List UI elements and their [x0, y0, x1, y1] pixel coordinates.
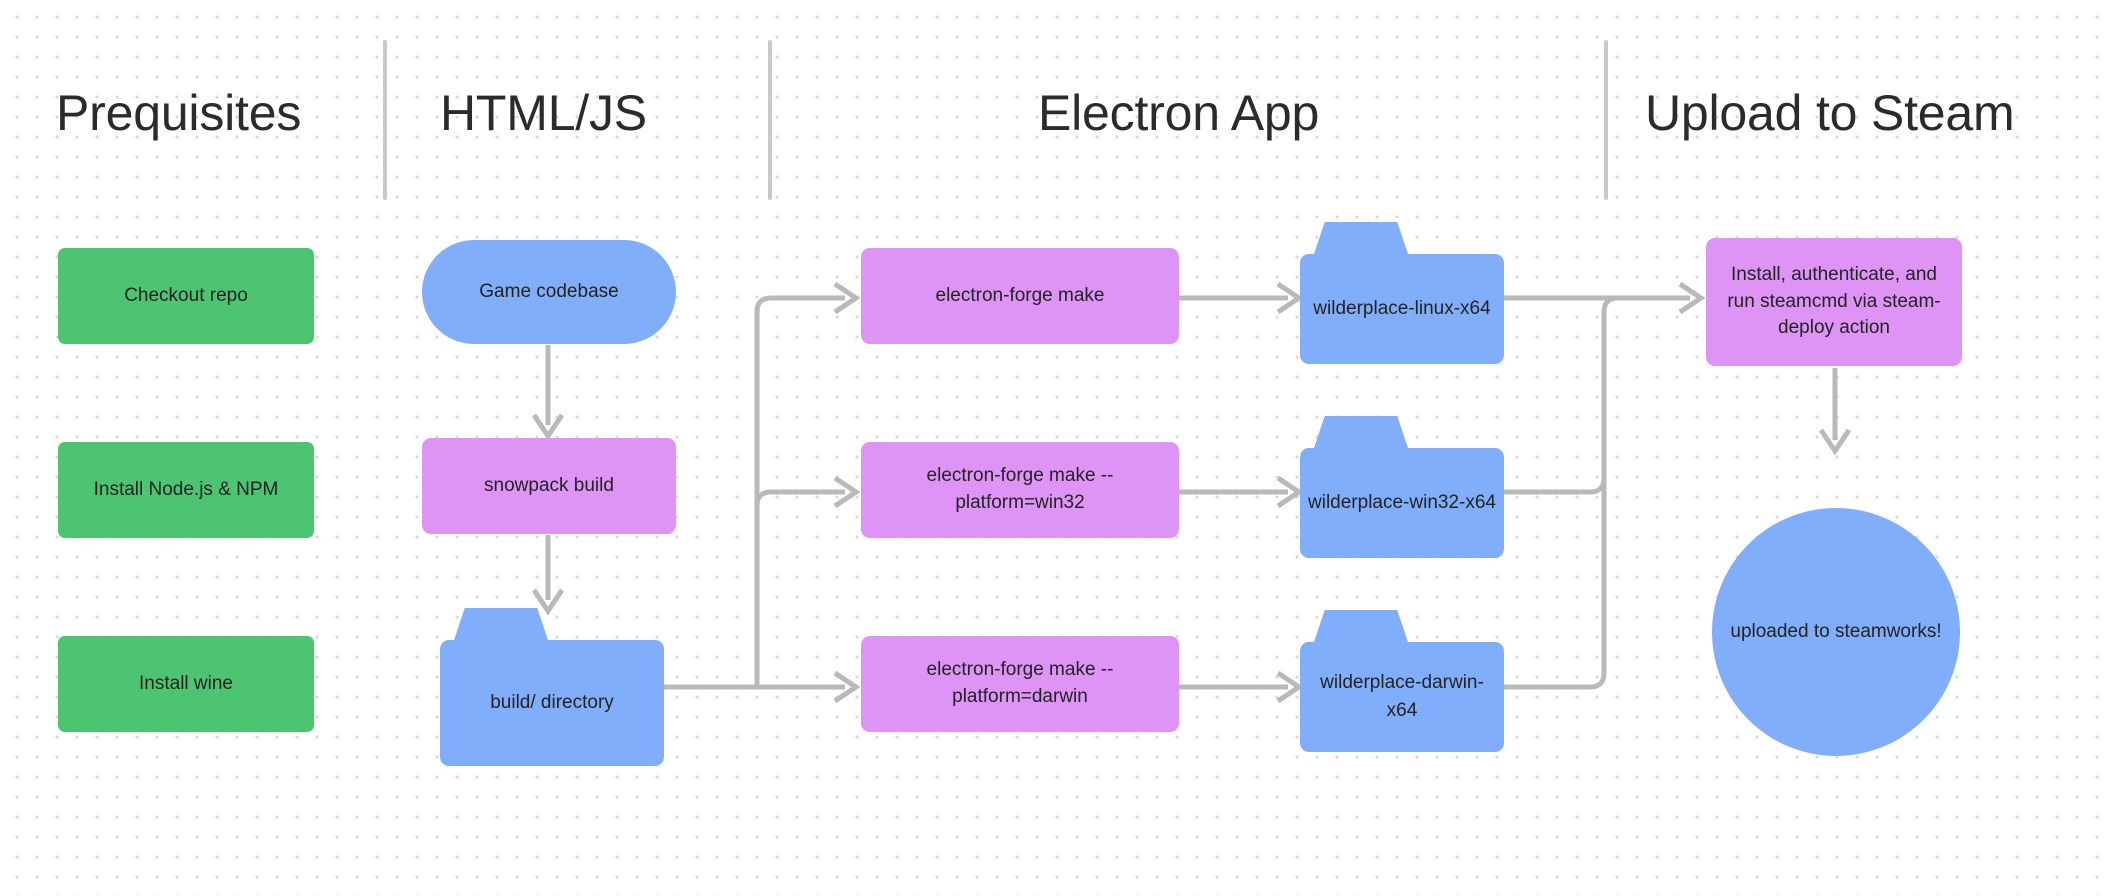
- node-install-node-npm[interactable]: Install Node.js & NPM: [58, 442, 314, 538]
- node-build-directory-label: build/ directory: [440, 640, 664, 766]
- node-artifact-darwin-label: wilderplace-darwin-x64: [1300, 642, 1504, 752]
- node-steam-deploy-action[interactable]: Install, authenticate, and run steamcmd …: [1706, 238, 1962, 366]
- node-electron-forge-make[interactable]: electron-forge make: [861, 248, 1179, 344]
- node-game-codebase-label: Game codebase: [479, 280, 619, 302]
- column-divider-2: [768, 40, 772, 200]
- node-artifact-win32-label: wilderplace-win32-x64: [1300, 448, 1504, 558]
- column-title-upload-to-steam: Upload to Steam: [1645, 85, 2015, 141]
- arrowhead-builddir-to-win32-cmd: [833, 475, 861, 509]
- arrowhead-linux-cmd-to-linux-folder: [1276, 281, 1304, 315]
- node-checkout-repo[interactable]: Checkout repo: [58, 248, 314, 344]
- node-electron-forge-make-label: electron-forge make: [935, 284, 1105, 306]
- node-steam-deploy-action-label: Install, authenticate, and run steamcmd …: [1727, 263, 1941, 339]
- node-install-node-npm-label: Install Node.js & NPM: [93, 478, 279, 500]
- node-electron-forge-make-darwin-label: electron-forge make --platform=darwin: [926, 659, 1114, 707]
- node-uploaded-to-steamworks-label: uploaded to steamworks!: [1730, 620, 1942, 642]
- node-electron-forge-make-win32-label: electron-forge make --platform=win32: [926, 465, 1114, 513]
- node-build-directory[interactable]: build/ directory: [440, 608, 664, 766]
- node-electron-forge-make-darwin[interactable]: electron-forge make --platform=darwin: [861, 636, 1179, 732]
- arrowhead-artifacts-to-steam-action: [1678, 281, 1706, 315]
- edge-win32-folder-to-steam-action: [1504, 295, 1619, 495]
- arrowhead-builddir-to-linux-cmd: [833, 281, 861, 315]
- arrowhead-steam-action-to-result: [1818, 428, 1852, 456]
- node-electron-forge-make-win32[interactable]: electron-forge make --platform=win32: [861, 442, 1179, 538]
- arrowhead-win32-cmd-to-win32-folder: [1276, 475, 1304, 509]
- node-artifact-darwin[interactable]: wilderplace-darwin-x64: [1300, 610, 1504, 752]
- node-artifact-win32[interactable]: wilderplace-win32-x64: [1300, 416, 1504, 558]
- node-game-codebase[interactable]: Game codebase: [422, 240, 676, 344]
- node-checkout-repo-label: Checkout repo: [124, 284, 248, 306]
- arrowhead-game-to-snowpack: [531, 413, 565, 441]
- node-uploaded-to-steamworks[interactable]: uploaded to steamworks!: [1712, 508, 1960, 756]
- arrowhead-builddir-to-darwin-cmd: [833, 670, 861, 704]
- node-install-wine[interactable]: Install wine: [58, 636, 314, 732]
- node-snowpack-build-label: snowpack build: [484, 474, 614, 496]
- node-install-wine-label: Install wine: [139, 672, 233, 694]
- node-artifact-linux[interactable]: wilderplace-linux-x64: [1300, 222, 1504, 364]
- column-divider-1: [383, 40, 387, 200]
- column-title-htmljs: HTML/JS: [440, 85, 647, 141]
- node-artifact-linux-label: wilderplace-linux-x64: [1300, 254, 1504, 364]
- arrowhead-darwin-cmd-to-darwin-folder: [1276, 670, 1304, 704]
- node-snowpack-build[interactable]: snowpack build: [422, 438, 676, 534]
- column-divider-3: [1604, 40, 1608, 200]
- flowchart-canvas: Prequisites HTML/JS Electron App Upload …: [0, 0, 2114, 896]
- edge-builddir-to-win32-cmd: [754, 489, 845, 507]
- column-title-prerequisites: Prequisites: [56, 85, 302, 141]
- edge-darwin-folder-to-steam-action: [1504, 478, 1607, 690]
- column-title-electron-app: Electron App: [1038, 85, 1320, 141]
- edge-builddir-to-linux-cmd: [754, 295, 845, 687]
